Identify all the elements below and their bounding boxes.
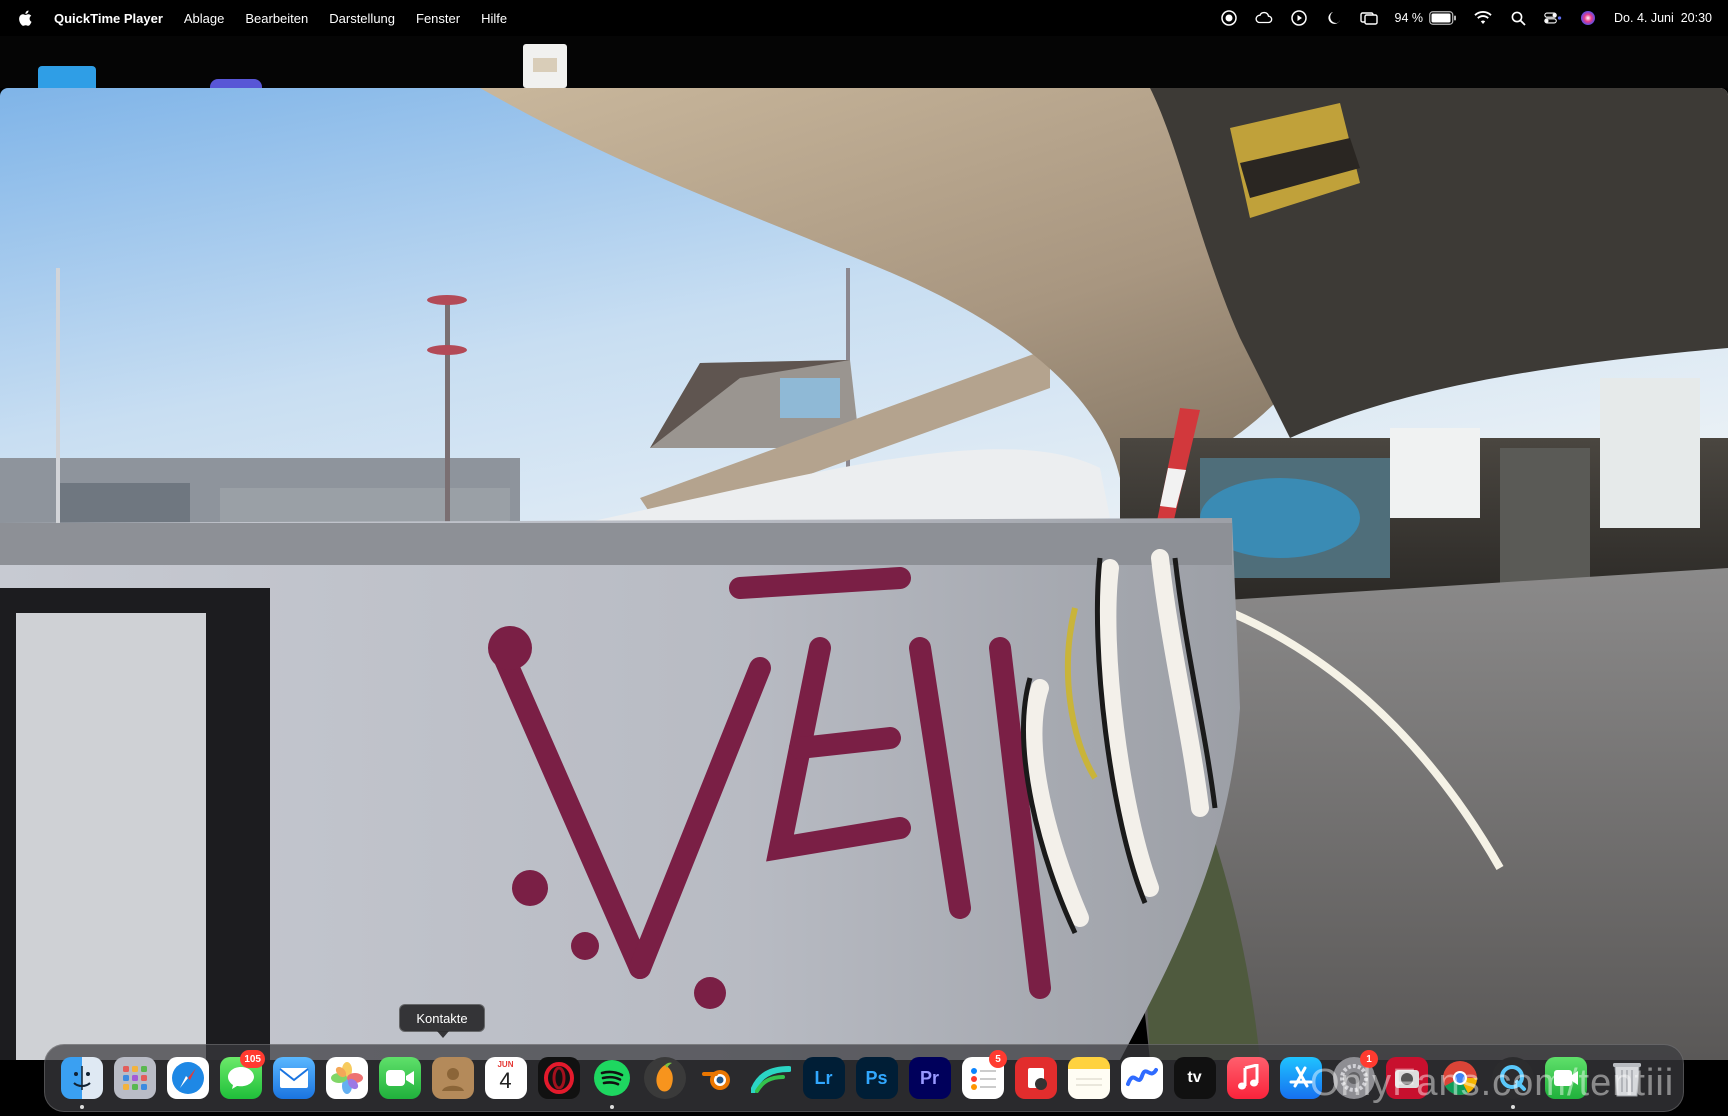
dock-item-quicktime[interactable]: [1486, 1056, 1539, 1109]
final-cut-icon: [750, 1057, 792, 1099]
freeform-icon: [1120, 1057, 1163, 1099]
quicktime-icon: [1491, 1057, 1534, 1099]
dock-item-apple-tv[interactable]: tv: [1168, 1056, 1221, 1100]
music-icon: [1226, 1057, 1269, 1099]
dock-item-launchpad[interactable]: [108, 1056, 161, 1100]
wifi-icon[interactable]: [1474, 9, 1492, 27]
desktop-document-icon[interactable]: [523, 44, 567, 88]
dock-item-finder[interactable]: [55, 1056, 108, 1109]
menu-hilfe[interactable]: Hilfe: [481, 11, 507, 26]
premiere-icon: Pr: [908, 1057, 951, 1099]
desktop-folder-icon[interactable]: [38, 66, 96, 88]
facetime-icon: [378, 1057, 421, 1099]
video-frame-image: [0, 88, 1728, 1060]
battery-icon: [1429, 11, 1457, 25]
contacts-icon: [431, 1057, 474, 1099]
launchpad-icon: [113, 1057, 156, 1099]
menu-ablage[interactable]: Ablage: [184, 11, 224, 26]
dock-item-blender[interactable]: [691, 1056, 744, 1100]
dock-item-music[interactable]: [1221, 1056, 1274, 1100]
siri-icon[interactable]: [1579, 9, 1597, 27]
dock-item-app-store[interactable]: [1274, 1056, 1327, 1100]
app-store-icon: [1279, 1057, 1322, 1099]
opera-icon: [537, 1057, 580, 1099]
menu-bearbeiten[interactable]: Bearbeiten: [245, 11, 308, 26]
dock-item-chrome[interactable]: [1433, 1056, 1486, 1100]
running-indicator: [1510, 1105, 1515, 1109]
battery-percent: 94 %: [1394, 11, 1424, 25]
dock-item-reminders[interactable]: 5: [956, 1050, 1009, 1100]
apple-tv-icon: tv: [1173, 1057, 1216, 1099]
clock[interactable]: Do. 4. Juni 20:30: [1614, 11, 1712, 25]
settings-badge: 1: [1360, 1050, 1378, 1068]
screen-record-icon[interactable]: [1220, 9, 1238, 27]
photoshop-icon: Ps: [855, 1057, 898, 1099]
dock-item-mail[interactable]: [267, 1056, 320, 1100]
battery-status[interactable]: 94 %: [1395, 11, 1458, 25]
trash-icon: [1606, 1057, 1648, 1099]
safari-icon: [166, 1057, 209, 1099]
dock-item-spotify[interactable]: [585, 1056, 638, 1109]
search-icon[interactable]: [1509, 9, 1527, 27]
dock: 105 JUN 4 Lr Ps Pr 5 tv 1: [44, 1044, 1684, 1112]
dock-item-messages[interactable]: 105: [214, 1050, 267, 1100]
photos-icon: [325, 1057, 368, 1099]
mail-icon: [272, 1057, 315, 1099]
screen-mirroring-icon[interactable]: [1359, 9, 1378, 27]
dock-item-freeform[interactable]: [1115, 1056, 1168, 1100]
calendar-day: 4: [499, 1068, 512, 1093]
dock-item-premiere[interactable]: Pr: [903, 1056, 956, 1100]
dock-item-calendar[interactable]: JUN 4: [479, 1056, 532, 1100]
desktop: [0, 36, 1728, 91]
calendar-icon: JUN 4: [484, 1057, 527, 1099]
menu-bar: QuickTime Player Ablage Bearbeiten Darst…: [0, 0, 1728, 36]
control-center-icon[interactable]: [1544, 9, 1562, 27]
dock-item-trash[interactable]: [1600, 1056, 1653, 1100]
fl-studio-icon: [643, 1057, 686, 1099]
dock-item-pdf-app[interactable]: [1009, 1056, 1062, 1100]
dock-item-facetime[interactable]: [373, 1056, 426, 1100]
dock-item-system-settings[interactable]: 1: [1327, 1050, 1380, 1100]
running-indicator: [609, 1105, 614, 1109]
spotify-icon: [591, 1057, 633, 1099]
apple-icon[interactable]: [16, 8, 36, 28]
dock-item-contacts[interactable]: [426, 1056, 479, 1100]
finder-icon: [60, 1057, 103, 1099]
menu-darstellung[interactable]: Darstellung: [329, 11, 395, 26]
menu-fenster[interactable]: Fenster: [416, 11, 460, 26]
reminders-badge: 5: [989, 1050, 1007, 1068]
dock-item-opera[interactable]: [532, 1056, 585, 1100]
app-name-menu[interactable]: QuickTime Player: [54, 11, 163, 26]
apple-tv-label: tv: [1187, 1069, 1202, 1086]
dock-item-photoshop[interactable]: Ps: [850, 1056, 903, 1100]
notes-icon: [1067, 1057, 1110, 1099]
dock-item-green-app[interactable]: [1539, 1056, 1592, 1100]
green-app-icon: [1544, 1057, 1587, 1099]
dock-item-lightroom[interactable]: Lr: [797, 1056, 850, 1100]
dock-item-photo-booth[interactable]: [1380, 1056, 1433, 1100]
dock-item-safari[interactable]: [161, 1056, 214, 1100]
photo-booth-icon: [1385, 1057, 1428, 1099]
dock-item-fl-studio[interactable]: [638, 1056, 691, 1100]
chrome-icon: [1439, 1057, 1481, 1099]
dock-item-notes[interactable]: [1062, 1056, 1115, 1100]
dock-item-final-cut[interactable]: [744, 1056, 797, 1100]
moon-icon[interactable]: [1325, 9, 1343, 27]
pdf-app-icon: [1014, 1057, 1057, 1099]
cloud-icon[interactable]: [1254, 9, 1273, 27]
running-indicator: [79, 1105, 84, 1109]
messages-badge: 105: [240, 1050, 265, 1068]
video-player-frame[interactable]: [0, 88, 1728, 1060]
dock-item-photos[interactable]: [320, 1056, 373, 1100]
play-circle-icon[interactable]: [1290, 9, 1308, 27]
blender-icon: [697, 1057, 739, 1099]
dock-tooltip: Kontakte: [399, 1004, 485, 1038]
lightroom-icon: Lr: [802, 1057, 845, 1099]
